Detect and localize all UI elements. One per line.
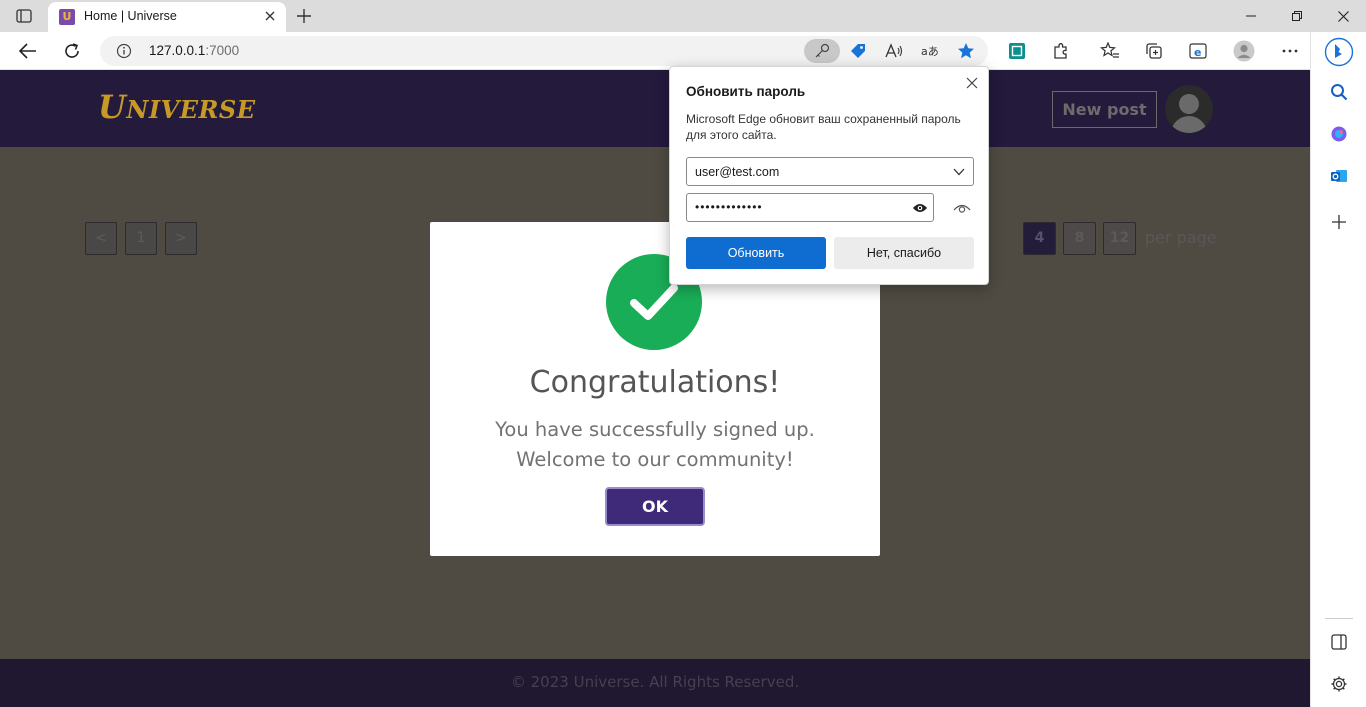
svg-text:aあ: aあ	[921, 45, 939, 58]
modal-message: You have successfully signed up. Welcome…	[430, 415, 880, 475]
back-arrow-icon[interactable]	[16, 39, 40, 63]
per-page-option-12[interactable]: 12	[1103, 222, 1136, 255]
outlook-icon[interactable]	[1327, 164, 1351, 188]
sidebar-settings-gear-icon[interactable]	[1327, 672, 1351, 696]
ie-mode-icon[interactable]: e	[1186, 39, 1210, 63]
bing-copilot-icon[interactable]	[1324, 37, 1354, 67]
url-text: 127.0.0.1:7000	[149, 43, 240, 58]
extension-teal-icon[interactable]	[1005, 39, 1029, 63]
update-password-button[interactable]: Обновить	[686, 237, 826, 269]
collections-icon[interactable]	[1142, 39, 1166, 63]
favorites-list-icon[interactable]	[1098, 39, 1122, 63]
username-value: user@test.com	[695, 165, 780, 179]
browser-tab-bar: U Home | Universe	[0, 0, 1366, 32]
per-page-option-8[interactable]: 8	[1063, 222, 1096, 255]
chevron-down-icon	[951, 164, 967, 180]
site-info-icon[interactable]	[116, 43, 132, 59]
popup-close-icon[interactable]	[964, 75, 980, 91]
minimize-window-icon[interactable]	[1228, 0, 1274, 32]
pagination-prev-button[interactable]: <	[85, 222, 117, 255]
extensions-puzzle-icon[interactable]	[1049, 39, 1073, 63]
modal-title: Congratulations!	[529, 365, 781, 400]
new-post-button[interactable]: New post	[1052, 91, 1157, 128]
password-masked-value: •••••••••••••	[695, 200, 763, 214]
new-tab-plus-icon[interactable]	[292, 4, 316, 28]
site-favicon-icon: U	[59, 9, 75, 25]
restore-window-icon[interactable]	[1274, 0, 1320, 32]
popup-title: Обновить пароль	[686, 84, 806, 99]
hide-sidebar-icon[interactable]	[1327, 630, 1351, 654]
no-thanks-button[interactable]: Нет, спасибо	[834, 237, 974, 269]
svg-text:e: e	[1194, 46, 1201, 59]
reveal-password-eye-icon[interactable]	[911, 200, 929, 216]
site-header: UNIVERSE New post	[0, 70, 1310, 147]
tab-close-icon[interactable]	[262, 8, 278, 24]
username-dropdown[interactable]: user@test.com	[686, 157, 974, 186]
modal-message-line-1: You have successfully signed up.	[495, 418, 815, 441]
pagination-page-button[interactable]: 1	[125, 222, 157, 255]
tab-actions-icon[interactable]	[12, 6, 36, 26]
search-icon[interactable]	[1327, 80, 1351, 104]
translate-icon[interactable]: aあ	[918, 39, 942, 63]
per-page-label: per page	[1145, 228, 1217, 247]
tab-title: Home | Universe	[84, 9, 177, 23]
avatar-body-shape	[1171, 116, 1207, 133]
update-password-popup: Обновить пароль Microsoft Edge обновит в…	[669, 66, 989, 285]
modal-message-line-2: Welcome to our community!	[516, 448, 794, 471]
show-password-eye-icon[interactable]	[952, 199, 972, 217]
edge-sidebar	[1310, 32, 1366, 707]
password-field[interactable]: •••••••••••••	[686, 193, 934, 222]
close-window-icon[interactable]	[1320, 0, 1366, 32]
more-options-icon[interactable]	[1278, 39, 1302, 63]
avatar-head-shape	[1179, 94, 1199, 114]
profile-avatar-icon[interactable]	[1232, 39, 1256, 63]
price-tag-icon[interactable]	[846, 39, 870, 63]
web-page: UNIVERSE New post < 1 > 4 8 12 per page …	[0, 70, 1310, 707]
read-aloud-icon[interactable]	[882, 39, 906, 63]
office-icon[interactable]	[1327, 122, 1351, 146]
password-key-icon[interactable]	[804, 39, 840, 63]
refresh-icon[interactable]	[60, 39, 84, 63]
browser-tab-active[interactable]: U Home | Universe	[48, 2, 286, 32]
address-bar[interactable]: 127.0.0.1:7000 aあ	[100, 36, 988, 66]
pagination-next-button[interactable]: >	[165, 222, 197, 255]
modal-ok-button[interactable]: OK	[605, 487, 705, 526]
favorite-star-icon[interactable]	[954, 39, 978, 63]
footer-copyright: © 2023 Universe. All Rights Reserved.	[510, 673, 800, 691]
browser-toolbar: 127.0.0.1:7000 aあ e	[0, 32, 1366, 70]
sidebar-divider	[1325, 618, 1353, 619]
site-footer: © 2023 Universe. All Rights Reserved.	[0, 659, 1310, 707]
popup-description: Microsoft Edge обновит ваш сохраненный п…	[686, 112, 961, 142]
universe-logo[interactable]: UNIVERSE	[98, 88, 256, 126]
per-page-option-4[interactable]: 4	[1023, 222, 1056, 255]
user-avatar[interactable]	[1165, 85, 1213, 133]
add-sidebar-app-icon[interactable]	[1327, 210, 1351, 234]
